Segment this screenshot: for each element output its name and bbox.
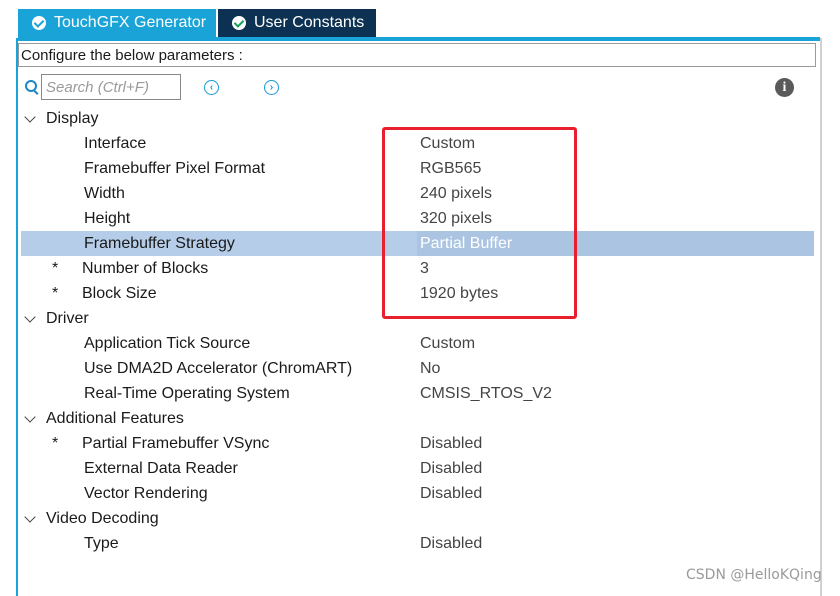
param-label: Number of Blocks <box>82 260 209 277</box>
param-row-vector-rendering[interactable]: Vector Rendering Disabled <box>0 481 840 506</box>
param-row-framebuffer-strategy[interactable]: Framebuffer Strategy Partial Buffer <box>0 231 840 256</box>
param-label: Width <box>84 185 125 202</box>
chevron-down-icon[interactable] <box>24 311 36 323</box>
param-value[interactable]: Disabled <box>420 481 482 506</box>
chevron-down-icon[interactable] <box>24 411 36 423</box>
param-label: Application Tick Source <box>84 335 251 352</box>
param-value[interactable]: Disabled <box>420 456 482 481</box>
category-label: Video Decoding <box>46 510 159 527</box>
param-label: Block Size <box>82 285 157 302</box>
param-value[interactable]: 240 pixels <box>420 181 492 206</box>
configure-header: Configure the below parameters : <box>18 43 816 67</box>
modified-marker: * <box>52 435 59 452</box>
category-additional-features[interactable]: Additional Features <box>0 406 840 431</box>
category-display[interactable]: Display <box>0 106 840 131</box>
tab-label: User Constants <box>254 14 365 31</box>
param-label: External Data Reader <box>84 460 238 477</box>
param-value[interactable]: Custom <box>420 131 475 156</box>
chevron-down-icon[interactable] <box>24 111 36 123</box>
param-label: Partial Framebuffer VSync <box>82 435 270 452</box>
chevron-left-circle-icon[interactable]: ‹ <box>204 80 219 95</box>
info-icon[interactable]: i <box>775 78 794 97</box>
param-value[interactable]: No <box>420 356 440 381</box>
param-row-interface[interactable]: Interface Custom <box>0 131 840 156</box>
modified-marker: * <box>52 260 59 277</box>
param-label: Vector Rendering <box>84 485 208 502</box>
param-label: Height <box>84 210 131 227</box>
param-value[interactable]: Custom <box>420 331 475 356</box>
tab-strip <box>18 0 820 9</box>
param-row-tick-source[interactable]: Application Tick Source Custom <box>0 331 840 356</box>
param-row-external-data-reader[interactable]: External Data Reader Disabled <box>0 456 840 481</box>
param-row-type[interactable]: Type Disabled <box>0 531 840 556</box>
chevron-right-circle-icon[interactable]: › <box>264 80 279 95</box>
param-value[interactable]: Disabled <box>420 531 482 556</box>
param-label: Real-Time Operating System <box>84 385 290 402</box>
param-row-vsync[interactable]: * Partial Framebuffer VSync Disabled <box>0 431 840 456</box>
category-label: Driver <box>46 310 89 327</box>
param-value[interactable]: 1920 bytes <box>420 281 498 306</box>
param-row-width[interactable]: Width 240 pixels <box>0 181 840 206</box>
param-label: Framebuffer Pixel Format <box>84 160 266 177</box>
param-value[interactable]: RGB565 <box>420 156 481 181</box>
param-label: Use DMA2D Accelerator (ChromART) <box>84 360 353 377</box>
check-circle-icon <box>232 16 246 30</box>
watermark: CSDN @HelloKQing <box>686 567 822 583</box>
tab-underline <box>18 37 820 41</box>
param-row-block-size[interactable]: * Block Size 1920 bytes <box>0 281 840 306</box>
chevron-down-icon[interactable] <box>24 511 36 523</box>
param-row-pixel-format[interactable]: Framebuffer Pixel Format RGB565 <box>0 156 840 181</box>
param-label: Type <box>84 535 119 552</box>
modified-marker: * <box>52 285 59 302</box>
category-driver[interactable]: Driver <box>0 306 840 331</box>
category-video-decoding[interactable]: Video Decoding <box>0 506 840 531</box>
param-value[interactable]: 3 <box>420 256 429 281</box>
tab-touchgfx-generator[interactable]: TouchGFX Generator <box>18 9 216 37</box>
param-value[interactable]: Partial Buffer <box>420 231 512 256</box>
category-label: Display <box>46 110 99 127</box>
tab-label: TouchGFX Generator <box>54 14 207 31</box>
tab-user-constants[interactable]: User Constants <box>218 9 376 37</box>
param-label: Interface <box>84 135 147 152</box>
search-input[interactable] <box>41 74 181 100</box>
category-label: Additional Features <box>46 410 184 427</box>
search-icon <box>25 80 37 92</box>
check-circle-icon <box>32 16 46 30</box>
param-value[interactable]: 320 pixels <box>420 206 492 231</box>
param-row-number-of-blocks[interactable]: * Number of Blocks 3 <box>0 256 840 281</box>
param-row-height[interactable]: Height 320 pixels <box>0 206 840 231</box>
tab-bar: TouchGFX Generator User Constants <box>18 0 820 41</box>
param-row-dma2d[interactable]: Use DMA2D Accelerator (ChromART) No <box>0 356 840 381</box>
param-label: Framebuffer Strategy <box>84 235 235 252</box>
param-value[interactable]: CMSIS_RTOS_V2 <box>420 381 552 406</box>
param-value[interactable]: Disabled <box>420 431 482 456</box>
param-row-rtos[interactable]: Real-Time Operating System CMSIS_RTOS_V2 <box>0 381 840 406</box>
